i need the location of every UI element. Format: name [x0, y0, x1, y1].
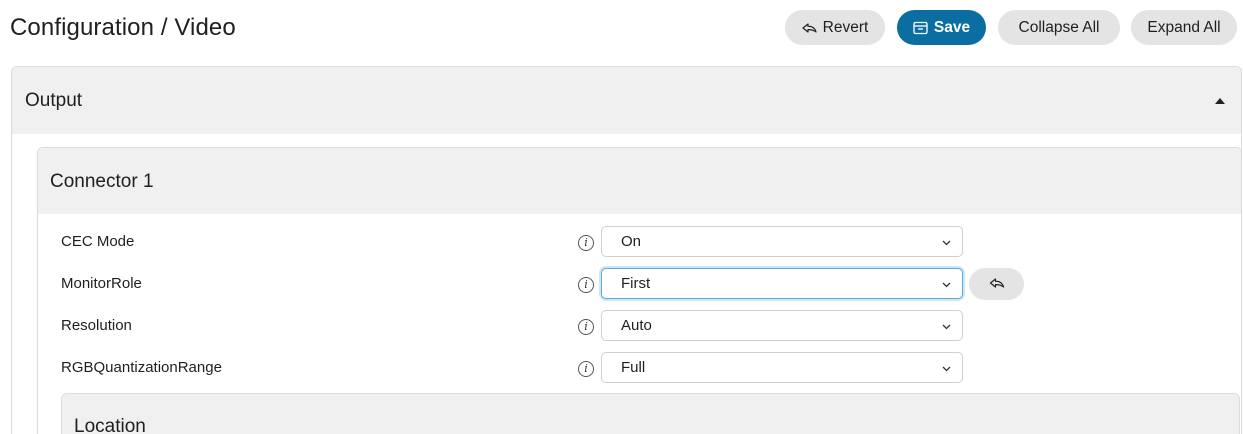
- connector-header[interactable]: Connector 1: [38, 148, 1241, 214]
- row-label-resolution: Resolution: [61, 317, 132, 334]
- collapse-all-label: Collapse All: [1018, 18, 1100, 36]
- toolbar: Configuration / Video Revert Save Collap…: [0, 0, 1243, 58]
- save-button-label: Save: [933, 18, 971, 36]
- chevron-down-icon: [942, 282, 951, 288]
- output-section-title: Output: [25, 90, 83, 111]
- save-button[interactable]: Save: [897, 10, 986, 45]
- revert-arrow-icon: [989, 277, 1005, 292]
- cec-mode-value: On: [621, 233, 642, 250]
- location-title: Location: [74, 416, 146, 434]
- expand-all-button[interactable]: Expand All: [1131, 10, 1237, 45]
- expand-all-label: Expand All: [1147, 18, 1221, 36]
- caret-up-icon[interactable]: [1215, 98, 1225, 104]
- revert-button-label: Revert: [822, 18, 869, 36]
- row-label-monitor-role: MonitorRole: [61, 275, 142, 292]
- rgb-quantization-range-value: Full: [621, 359, 646, 376]
- collapse-all-button[interactable]: Collapse All: [998, 10, 1120, 45]
- connector-title: Connector 1: [50, 171, 154, 192]
- info-icon[interactable]: i: [578, 235, 594, 251]
- revert-button[interactable]: Revert: [785, 10, 885, 45]
- cec-mode-select[interactable]: On: [601, 226, 963, 257]
- row-label-cec-mode: CEC Mode: [61, 233, 135, 250]
- resolution-select[interactable]: Auto: [601, 310, 963, 341]
- monitor-role-revert-button[interactable]: [969, 268, 1024, 300]
- chevron-down-icon: [942, 324, 951, 330]
- chevron-down-icon: [942, 366, 951, 372]
- monitor-role-value: First: [621, 275, 651, 292]
- chevron-down-icon: [942, 240, 951, 246]
- row-label-rgb-quantization-range: RGBQuantizationRange: [61, 359, 222, 376]
- rgb-quantization-range-select[interactable]: Full: [601, 352, 963, 383]
- location-panel-header[interactable]: Location: [61, 393, 1240, 434]
- resolution-value: Auto: [621, 317, 652, 334]
- info-icon[interactable]: i: [578, 361, 594, 377]
- info-icon[interactable]: i: [578, 277, 594, 293]
- monitor-role-select[interactable]: First: [601, 268, 963, 299]
- page-title: Configuration / Video: [10, 14, 236, 41]
- save-tray-icon: [913, 21, 928, 35]
- output-section-header[interactable]: Output: [12, 67, 1241, 134]
- info-icon[interactable]: i: [578, 319, 594, 335]
- revert-arrow-icon: [802, 22, 817, 34]
